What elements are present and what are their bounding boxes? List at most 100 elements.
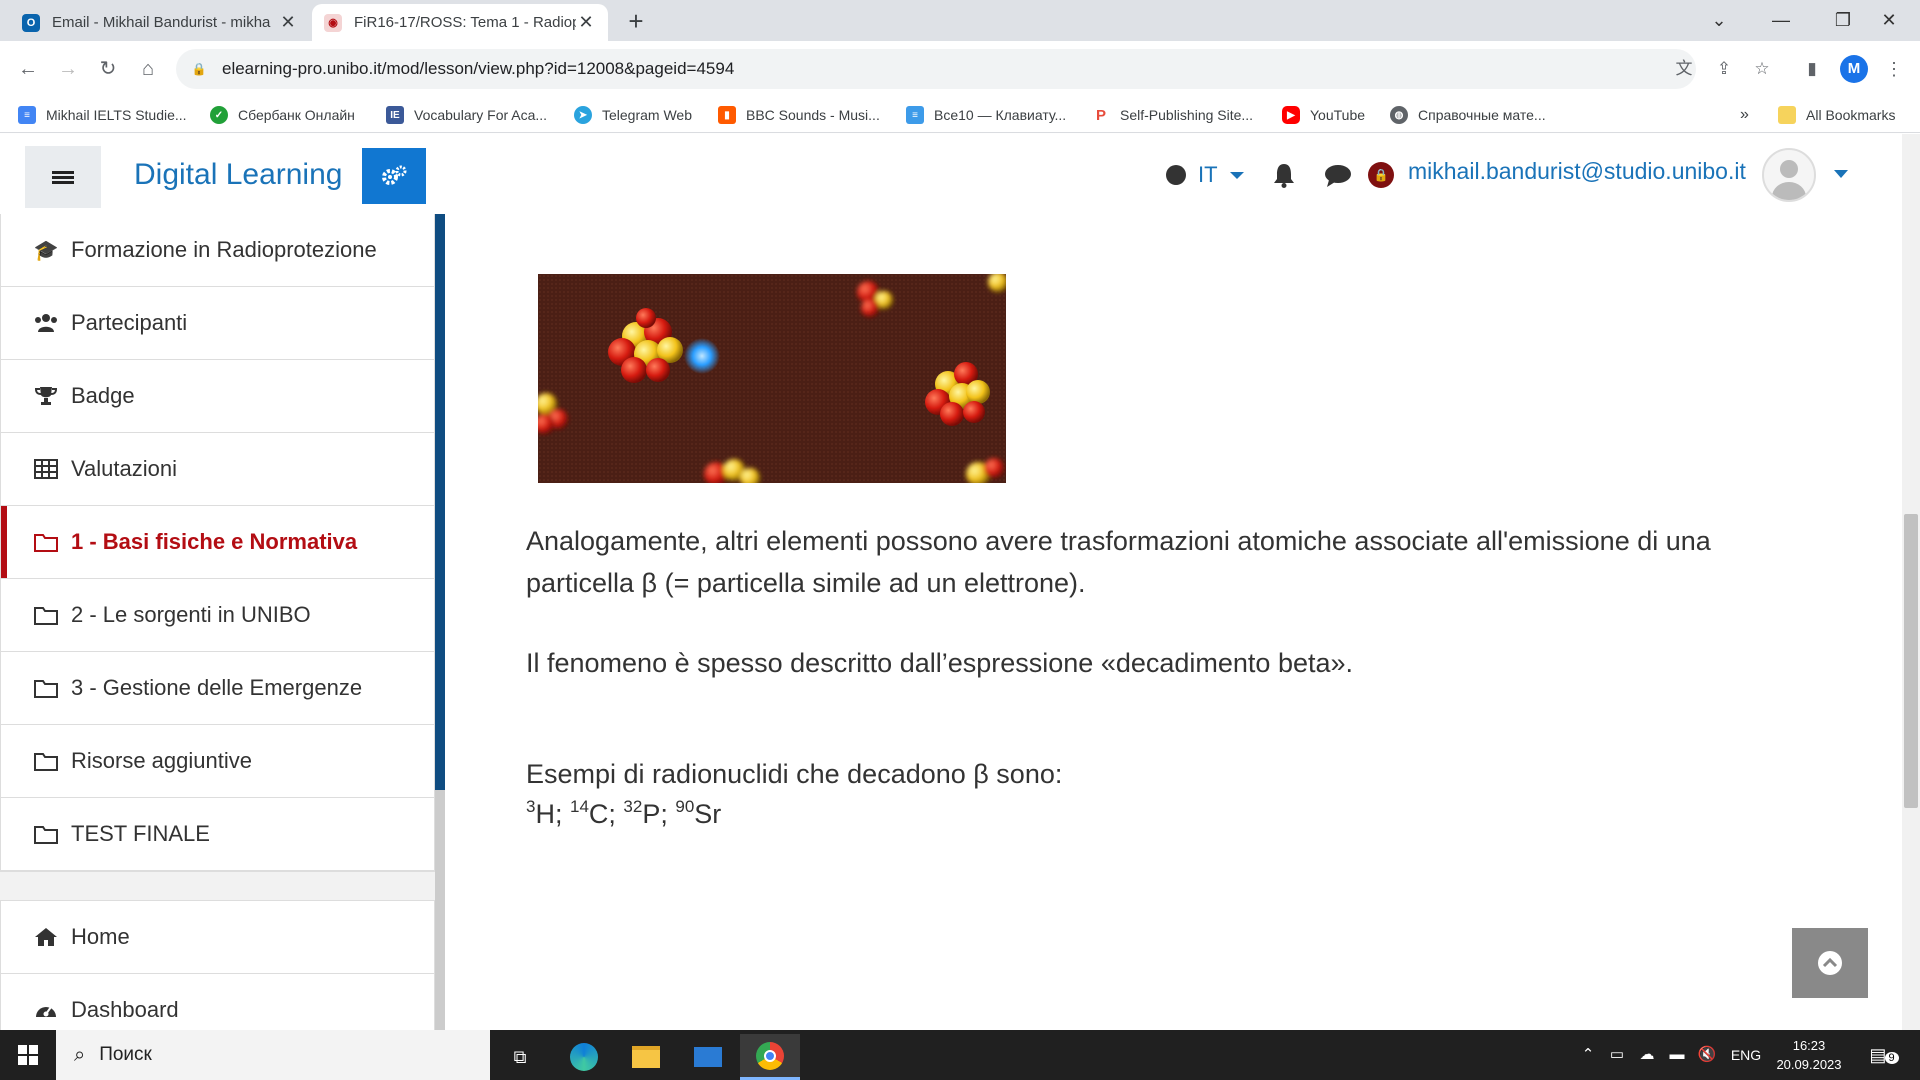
forward-arrow-icon[interactable]: → [54, 55, 82, 83]
start-button[interactable] [0, 1030, 56, 1080]
browser-tab-email[interactable]: O Email - Mikhail Bandurist - mikha ✕ [10, 4, 310, 41]
minimize-button[interactable]: — [1750, 0, 1812, 41]
lesson-paragraph: Analogamente, altri elementi possono ave… [526, 520, 1711, 604]
share-icon[interactable]: ⇪ [1712, 57, 1736, 81]
folder-icon [1778, 106, 1796, 124]
nav-item-label: Dashboard [71, 997, 179, 1022]
user-menu-email[interactable]: mikhail.bandurist@studio.unibo.it [1408, 158, 1746, 185]
nav-item-label: Home [71, 924, 130, 949]
bookmark-item[interactable]: P Self-Publishing Site... [1092, 103, 1253, 127]
drawer-scrollbar-thumb[interactable] [435, 214, 445, 790]
onedrive-icon[interactable]: ☁ [1634, 1030, 1660, 1080]
bookmark-item[interactable]: ✓ Сбербанк Онлайн [210, 103, 355, 127]
bell-icon[interactable] [1272, 162, 1296, 188]
nav-item-label: Valutazioni [71, 456, 177, 481]
taskbar-app-explorer[interactable] [616, 1034, 676, 1080]
nav-item-section-1[interactable]: 1 - Basi fisiche e Normativa [1, 506, 434, 579]
bookmark-item[interactable]: ≡ Все10 — Клавиату... [906, 103, 1066, 127]
nav-item-extra-resources[interactable]: Risorse aggiuntive [1, 725, 434, 798]
tab-title: Email - Mikhail Bandurist - mikha [52, 14, 271, 31]
sber-icon: ✓ [210, 106, 228, 124]
close-tab-icon[interactable]: ✕ [278, 12, 298, 33]
settings-button[interactable] [362, 148, 426, 204]
taskbar-app-mail[interactable] [678, 1034, 738, 1080]
nav-item-label: 2 - Le sorgenti in UNIBO [71, 602, 311, 627]
bookmark-item[interactable]: IE Vocabulary For Aca... [386, 103, 547, 127]
separator: ; [660, 799, 676, 829]
bookmarks-bar: ≡ Mikhail IELTS Studie... ✓ Сбербанк Онл… [0, 97, 1920, 133]
browser-tab-lesson[interactable]: ◉ FiR16-17/ROSS: Tema 1 - Radiopr ✕ [312, 4, 608, 41]
outlook-icon: O [22, 13, 40, 32]
more-bookmarks-button[interactable]: » [1740, 103, 1749, 127]
nav-item-section-3[interactable]: 3 - Gestione delle Emergenze [1, 652, 434, 725]
back-arrow-icon[interactable]: ← [14, 55, 42, 83]
taskbar-search-box[interactable]: ⌕ Поиск [56, 1030, 490, 1080]
nav-item-course[interactable]: 🎓 Formazione in Radioprotezione [1, 214, 434, 287]
unibo-icon: ◉ [324, 13, 342, 32]
task-view-button[interactable]: ⧉ [490, 1034, 550, 1080]
home-icon [33, 926, 59, 948]
network-icon[interactable]: ▭ [1604, 1030, 1630, 1080]
table-icon [33, 458, 59, 480]
lock-icon[interactable]: 🔒 [1368, 162, 1394, 188]
home-icon[interactable]: ⌂ [134, 55, 162, 83]
chevron-down-icon[interactable] [1834, 170, 1848, 178]
vse10-icon: ≡ [906, 106, 924, 124]
page-scrollbar-thumb[interactable] [1904, 514, 1918, 808]
bookmark-star-icon[interactable]: ☆ [1750, 57, 1774, 81]
reload-icon[interactable]: ↻ [94, 55, 122, 83]
bookmark-item[interactable]: ▶ YouTube [1282, 103, 1365, 127]
element-symbol: Sr [694, 799, 722, 829]
chat-icon[interactable] [1324, 164, 1352, 188]
taskbar-app-edge[interactable] [554, 1034, 614, 1080]
nav-item-final-test[interactable]: TEST FINALE [1, 798, 434, 871]
avatar[interactable] [1762, 148, 1816, 202]
nav-item-home[interactable]: Home [1, 901, 434, 974]
volume-muted-icon[interactable]: 🔇 [1694, 1030, 1720, 1080]
new-tab-button[interactable]: + [620, 6, 652, 38]
site-info-icon[interactable]: 🔒 [192, 61, 207, 77]
translate-icon[interactable]: 文 [1672, 57, 1696, 81]
nav-item-grades[interactable]: Valutazioni [1, 433, 434, 506]
address-bar[interactable]: 🔒 elearning-pro.unibo.it/mod/lesson/view… [176, 49, 1696, 89]
element-symbol: P [642, 799, 661, 829]
separator: ; [554, 799, 570, 829]
side-panel-icon[interactable]: ▮ [1800, 57, 1824, 81]
profile-avatar[interactable]: M [1840, 55, 1868, 83]
bookmark-label: Справочные мате... [1418, 107, 1546, 123]
nav-item-participants[interactable]: Partecipanti [1, 287, 434, 360]
folder-icon [33, 604, 59, 626]
battery-icon[interactable]: ▬ [1664, 1030, 1690, 1080]
back-to-top-button[interactable] [1792, 928, 1868, 998]
site-name-link[interactable]: Digital Learning [134, 158, 342, 192]
browser-menu-icon[interactable]: ⋮ [1884, 55, 1904, 83]
tab-search-chevron-icon[interactable]: ⌄ [1688, 0, 1750, 41]
paragraph-line: Analogamente, altri elementi possono ave… [526, 526, 1711, 556]
bookmark-label: BBC Sounds - Musi... [746, 107, 880, 123]
publishing-icon: P [1092, 106, 1110, 124]
chevron-down-icon [1229, 171, 1244, 179]
drawer-toggle-button[interactable] [25, 146, 101, 208]
all-bookmarks-button[interactable]: All Bookmarks [1778, 103, 1895, 127]
chevron-up-icon[interactable]: ⌃ [1576, 1030, 1600, 1080]
folder-icon [33, 677, 59, 699]
language-menu[interactable]: IT [1166, 162, 1244, 188]
taskbar-app-chrome[interactable] [740, 1034, 800, 1080]
notification-center-button[interactable]: ▤ 9 [1864, 1030, 1904, 1080]
bookmark-label: Все10 — Клавиату... [934, 107, 1067, 123]
nav-item-dashboard[interactable]: Dashboard [1, 974, 434, 1030]
close-tab-icon[interactable]: ✕ [576, 12, 596, 33]
nav-item-badges[interactable]: Badge [1, 360, 434, 433]
close-window-button[interactable]: ✕ [1858, 0, 1920, 41]
users-icon [33, 312, 59, 334]
bookmark-item[interactable]: ◍ Справочные мате... [1390, 103, 1546, 127]
input-language[interactable]: ENG [1726, 1030, 1766, 1080]
bookmark-item[interactable]: ➤ Telegram Web [574, 103, 692, 127]
notification-icon: ▤ [1869, 1045, 1887, 1065]
nav-item-section-2[interactable]: 2 - Le sorgenti in UNIBO [1, 579, 434, 652]
trophy-icon [33, 385, 59, 407]
bookmark-label: Сбербанк Онлайн [238, 107, 355, 123]
bookmark-item[interactable]: ≡ Mikhail IELTS Studie... [18, 103, 187, 127]
system-clock[interactable]: 16:23 20.09.2023 [1766, 1036, 1852, 1074]
bookmark-item[interactable]: ▮ BBC Sounds - Musi... [718, 103, 880, 127]
